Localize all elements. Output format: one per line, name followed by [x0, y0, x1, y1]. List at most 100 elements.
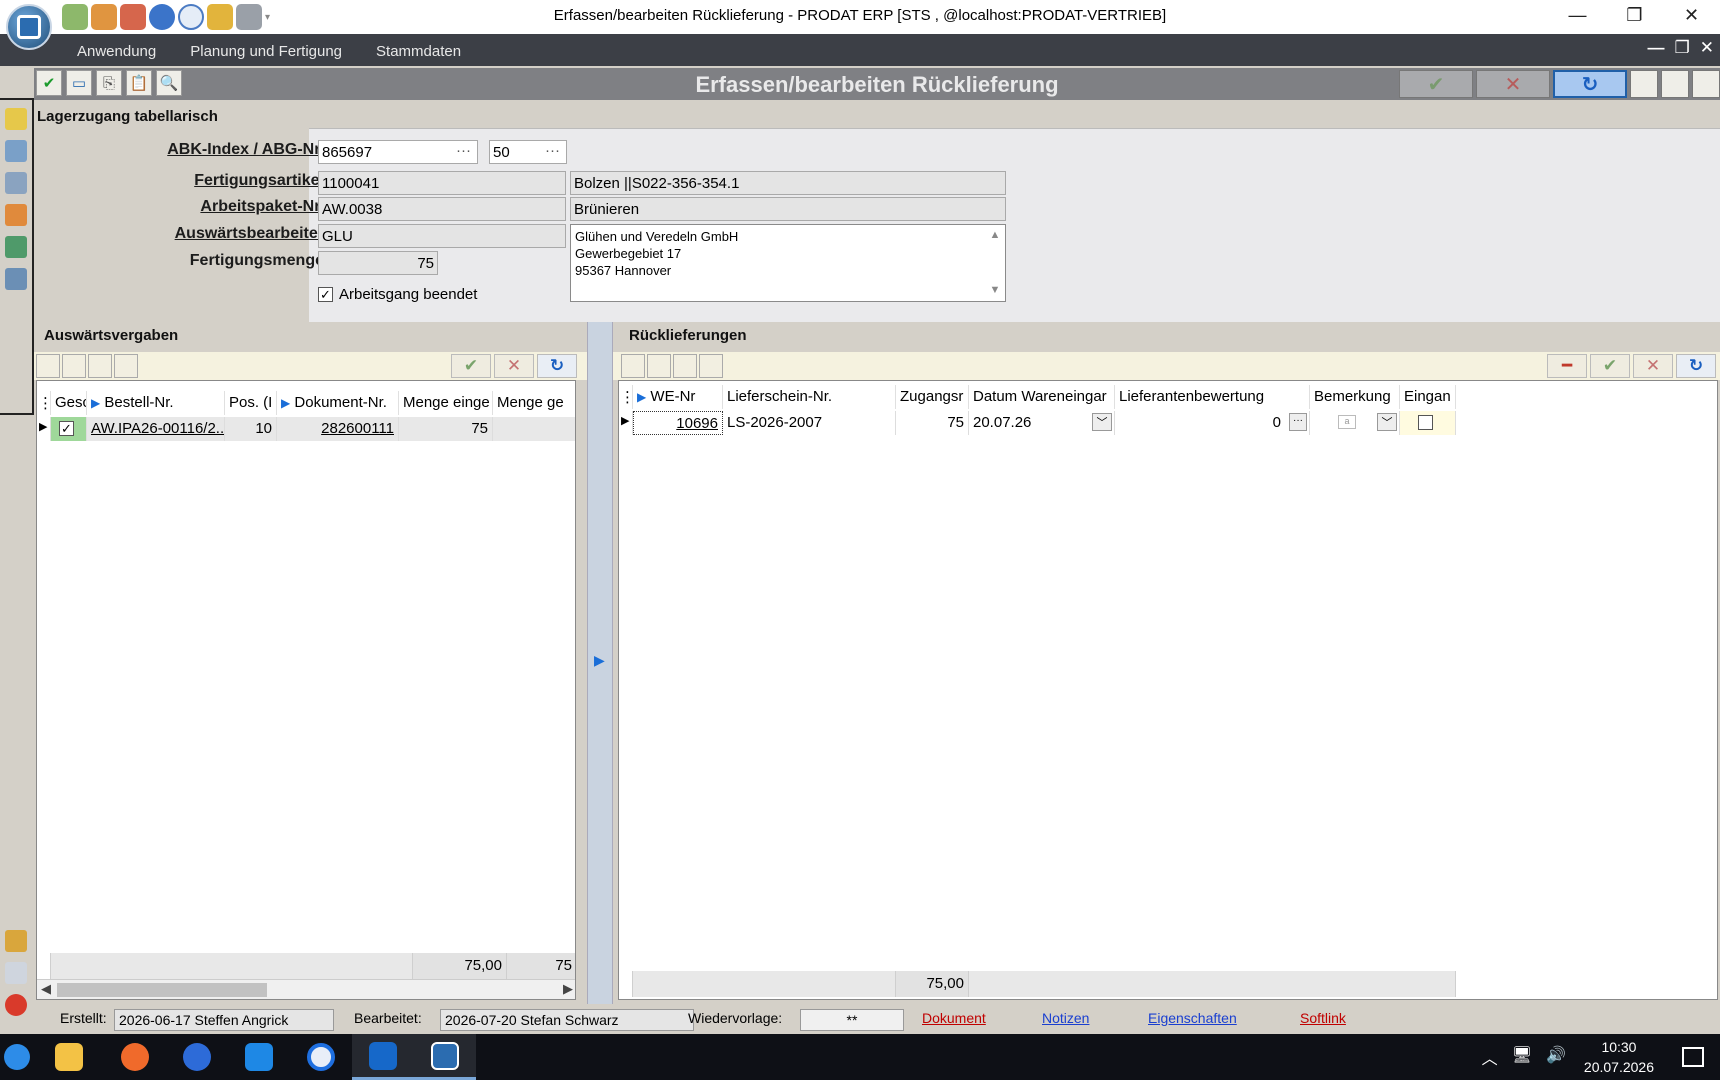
col-datum-wareneingang[interactable]: Datum Wareneingar — [969, 385, 1115, 409]
wiedervorlage-value[interactable]: ** — [800, 1009, 904, 1031]
vscode-icon[interactable] — [228, 1034, 290, 1080]
chevron-up-icon[interactable]: ︿ — [1482, 1045, 1498, 1069]
col-lieferschein-nr[interactable]: Lieferschein-Nr. — [723, 385, 896, 409]
checkbox-checked-icon[interactable]: ✓ — [318, 287, 333, 302]
mdi-restore-button[interactable]: ❐ — [1675, 38, 1690, 58]
note-icon[interactable] — [5, 108, 27, 130]
mdi-minimize-button[interactable]: — — [1648, 38, 1665, 58]
address-box[interactable]: Glühen und Veredeln GmbH Gewerbegebiet 1… — [570, 224, 1006, 302]
col-bemerkung[interactable]: Bemerkung — [1310, 385, 1400, 409]
filter-icon[interactable] — [647, 354, 671, 378]
grid-refresh-button[interactable]: ↻ — [1676, 354, 1716, 378]
grid-ok-button[interactable]: ✔ — [451, 354, 491, 378]
filter-icon[interactable] — [62, 354, 86, 378]
col-we-nr[interactable]: ▶ WE-Nr — [633, 385, 723, 409]
table-row[interactable]: ▶ ✓ AW.IPA26-00116/2... 10 282600111 75 — [37, 417, 575, 441]
cell-eingang[interactable] — [1400, 411, 1456, 435]
col-eingang[interactable]: Eingan — [1400, 385, 1456, 409]
ie-icon[interactable] — [0, 1034, 34, 1080]
close-button[interactable]: ✕ — [1663, 0, 1720, 30]
glasses-icon[interactable] — [673, 354, 697, 378]
cell-dokument-nr[interactable]: 282600111 — [277, 417, 399, 441]
dokument-link[interactable]: Dokument — [922, 1010, 986, 1026]
label-arbeitspaket[interactable]: Arbeitspaket-Nr. — [64, 198, 324, 216]
ruecklieferungen-grid[interactable]: ⋮ ▶ WE-Nr Lieferschein-Nr. Zugangsr Datu… — [618, 380, 1718, 1000]
prodat-taskbar-icon[interactable] — [414, 1034, 476, 1080]
arbeitsgang-beendet-checkbox[interactable]: ✓ Arbeitsgang beendet — [318, 286, 477, 303]
mdi-close-button[interactable]: ✕ — [1700, 38, 1714, 58]
file-explorer-icon[interactable] — [34, 1034, 104, 1080]
abk-index-input[interactable]: 865697 ··· — [318, 140, 478, 164]
col-gesc[interactable]: Gesc — [51, 391, 87, 415]
send-icon[interactable] — [5, 172, 27, 194]
minimize-button[interactable]: — — [1549, 0, 1606, 30]
col-bestell-nr[interactable]: ▶ Bestell-Nr. — [87, 391, 225, 415]
grid-cancel-button[interactable]: ✕ — [494, 354, 534, 378]
softlink-link[interactable]: Softlink — [1300, 1010, 1346, 1026]
col-lieferantenbewertung[interactable]: Lieferantenbewertung — [1115, 385, 1310, 409]
cell-we-nr[interactable]: 10696 — [633, 411, 723, 435]
horizontal-scrollbar[interactable]: ◀ ▶ — [37, 979, 575, 999]
cell-gesc[interactable]: ✓ — [51, 417, 87, 441]
help-icon[interactable] — [1630, 70, 1658, 98]
grid-ok-button[interactable]: ✔ — [1590, 354, 1630, 378]
stop-icon[interactable] — [5, 994, 27, 1016]
checkbox-unchecked-icon[interactable] — [1418, 415, 1433, 430]
col-menge-ge[interactable]: Menge ge — [493, 391, 575, 415]
globe-icon[interactable] — [5, 236, 27, 258]
lookup-dots-icon[interactable]: ··· — [456, 142, 471, 159]
list-icon[interactable] — [5, 962, 27, 984]
cell-zugangsmenge[interactable]: 75 — [896, 411, 969, 435]
table-icon[interactable] — [621, 354, 645, 378]
clock[interactable]: 10:30 20.07.2026 — [1584, 1037, 1654, 1077]
add-folder-icon[interactable] — [5, 930, 27, 952]
label-fertigungsartikel[interactable]: Fertigungsartikel — [64, 172, 324, 190]
checkbox-checked-icon[interactable]: ✓ — [59, 421, 74, 436]
auswaertsvergaben-grid[interactable]: ⋮ Gesc ▶ Bestell-Nr. Pos. (I ▶ Dokument-… — [36, 380, 576, 1000]
col-menge-eingegangen[interactable]: Menge einge — [399, 391, 493, 415]
network-icon[interactable]: 🖥 — [1512, 1045, 1532, 1069]
chevron-down-icon[interactable]: ﹀ — [1092, 413, 1112, 431]
prodat-logo[interactable] — [6, 4, 52, 50]
app-feather-icon[interactable] — [166, 1034, 228, 1080]
notification-icon[interactable] — [1682, 1047, 1704, 1067]
lookup-dots-icon[interactable]: ··· — [545, 142, 560, 159]
form-refresh-button[interactable]: ↻ — [1553, 70, 1627, 98]
export-icon[interactable] — [1692, 70, 1720, 98]
menu-stammdaten[interactable]: Stammdaten — [359, 34, 478, 66]
notizen-link[interactable]: Notizen — [1042, 1010, 1089, 1026]
col-pos[interactable]: Pos. (I — [225, 391, 277, 415]
menu-anwendung[interactable]: Anwendung — [60, 34, 173, 66]
form-ok-button[interactable]: ✔ — [1399, 70, 1473, 98]
table-row[interactable]: ▶ 10696 LS-2026-2007 75 20.07.26 ﹀ 0 ···… — [619, 411, 1456, 435]
user-icon[interactable] — [5, 268, 27, 290]
menu-planung-und-fertigung[interactable]: Planung und Fertigung — [173, 34, 359, 66]
scroll-thumb[interactable] — [57, 983, 267, 997]
table-icon[interactable] — [36, 354, 60, 378]
expand-arrow-icon[interactable]: ▶ — [594, 652, 605, 669]
search-icon[interactable] — [699, 354, 723, 378]
outlook-icon[interactable] — [352, 1034, 414, 1080]
glasses-icon[interactable] — [88, 354, 112, 378]
cell-lieferschein-nr[interactable]: LS-2026-2007 — [723, 411, 896, 435]
module-icon[interactable] — [1661, 70, 1689, 98]
address-scrollbar[interactable]: ▲ ▼ — [987, 227, 1003, 299]
label-abk-index[interactable]: ABK-Index / ABG-Nr. — [64, 141, 324, 159]
abg-nr-input[interactable]: 50 ··· — [489, 140, 567, 164]
grid-refresh-button[interactable]: ↻ — [537, 354, 577, 378]
cell-lieferantenbewertung[interactable]: 0 ··· — [1115, 411, 1310, 435]
document-add-icon[interactable] — [5, 140, 27, 162]
firefox-icon[interactable] — [104, 1034, 166, 1080]
scroll-right-icon[interactable]: ▶ — [563, 981, 573, 997]
col-dokument-nr[interactable]: ▶ Dokument-Nr. — [277, 391, 399, 415]
scroll-up-icon[interactable]: ▲ — [990, 227, 1001, 244]
cell-bemerkung[interactable]: a ﹀ — [1310, 411, 1400, 435]
chevron-down-icon[interactable]: ﹀ — [1377, 413, 1397, 431]
search-icon[interactable] — [114, 354, 138, 378]
cell-datum-wareneingang[interactable]: 20.07.26 ﹀ — [969, 411, 1115, 435]
eigenschaften-link[interactable]: Eigenschaften — [1148, 1010, 1237, 1026]
grid-cancel-button[interactable]: ✕ — [1633, 354, 1673, 378]
volume-icon[interactable]: 🔊 — [1546, 1045, 1566, 1069]
label-auswaertsbearbeiter[interactable]: Auswärtsbearbeiter — [64, 225, 324, 243]
grid-delete-button[interactable]: ━ — [1547, 354, 1587, 378]
